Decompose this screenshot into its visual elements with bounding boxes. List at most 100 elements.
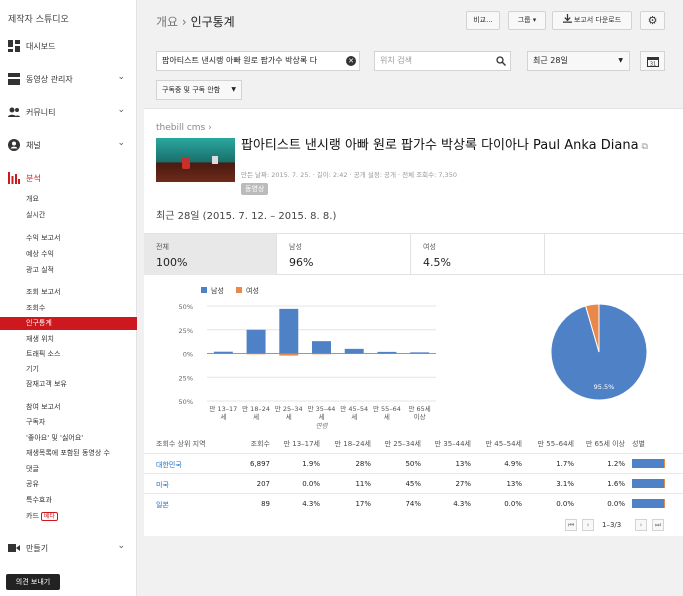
tile-total-label: 전체 <box>156 243 169 251</box>
period-select[interactable]: 최근 28일 ▼ <box>527 51 630 71</box>
video-title[interactable]: 팝아티스트 낸시랭 아빠 원로 팝가수 박상록 다이아나 Paul Anka D… <box>241 138 661 155</box>
subscription-filter[interactable]: 구독중 및 구독 안함 ▼ <box>156 80 242 100</box>
sub-revenue-report[interactable]: 수익 보고서 <box>0 232 137 245</box>
tile-female[interactable]: 여성 4.5% <box>411 234 545 275</box>
gender-bar <box>632 479 665 488</box>
gender-bar-male <box>632 479 664 488</box>
sub-videos-in-playlists[interactable]: 재생목록에 포함된 동영상 수 <box>0 447 137 460</box>
sub-estimated-revenue[interactable]: 예상 수익 <box>0 248 137 261</box>
table-cell: 28% <box>355 460 371 468</box>
sub-comments[interactable]: 댓글 <box>0 463 137 476</box>
column-header[interactable]: 만 35–44세 <box>435 439 471 449</box>
table-cell: 3.1% <box>556 480 574 488</box>
sub-views[interactable]: 조회수 <box>0 302 137 315</box>
beta-badge: 베타 <box>40 512 58 521</box>
sub-cards[interactable]: 카드 베타 <box>0 510 137 523</box>
location-search-input[interactable]: 위치 검색 <box>374 51 511 71</box>
sub-sharing[interactable]: 공유 <box>0 478 137 491</box>
gender-bar-male <box>632 459 664 468</box>
table-header: 조회수 상위 지역 조회수 만 13–17세 만 18–24세 만 25–34세 만 35… <box>144 433 683 452</box>
legend-female-label: 여성 <box>246 286 259 295</box>
sub-likes-dislikes[interactable]: '좋아요' 및 '싫어요' <box>0 432 137 445</box>
table-cell: 0.0% <box>556 500 574 508</box>
last-page-button[interactable]: ⏭ <box>652 519 664 531</box>
column-header[interactable]: 조회수 <box>251 439 270 449</box>
dashboard-icon <box>8 40 20 52</box>
sub-subscribers[interactable]: 구독자 <box>0 416 137 429</box>
settings-button[interactable]: ⚙ <box>640 11 665 30</box>
table-cell: 0.0% <box>302 480 320 488</box>
gender-bar-male <box>632 499 664 508</box>
nav-videos[interactable]: 동영상 관리자 ⌄ <box>0 71 137 89</box>
breadcrumb-overview[interactable]: 개요 <box>156 15 178 29</box>
video-badge: 동영상 <box>241 183 269 195</box>
nav-channel-label: 채널 <box>26 141 41 150</box>
column-header[interactable]: 만 25–34세 <box>385 439 421 449</box>
first-page-button[interactable]: ⏮ <box>565 519 577 531</box>
column-header[interactable]: 성별 <box>632 439 645 449</box>
sub-views-report[interactable]: 조회 보고서 <box>0 286 137 299</box>
x-axis-label: 연령 <box>316 422 329 430</box>
clear-icon[interactable]: ✕ <box>346 56 356 66</box>
sub-traffic-sources[interactable]: 트래픽 소스 <box>0 348 137 361</box>
sub-overview[interactable]: 개요 <box>0 193 137 206</box>
country-link[interactable]: 미국 <box>156 480 169 490</box>
column-header[interactable]: 만 18–24세 <box>335 439 371 449</box>
table-cell: 4.9% <box>504 460 522 468</box>
sub-audience-retention[interactable]: 잠재고객 보유 <box>0 378 137 391</box>
next-page-button[interactable]: › <box>635 519 647 531</box>
table-cell: 4.3% <box>302 500 320 508</box>
bar-male <box>410 352 430 354</box>
people-icon <box>8 107 20 117</box>
svg-text:31: 31 <box>650 62 656 68</box>
nav-dashboard[interactable]: 대시보드 <box>0 38 137 56</box>
nav-community[interactable]: 커뮤니티 ⌄ <box>0 104 137 122</box>
y-tick-label: 25% <box>179 327 193 335</box>
x-tick-label: 만 45–54 세 <box>340 404 368 421</box>
metric-tiles: 전체 100% 남성 96% 여성 4.5% <box>144 233 683 275</box>
video-title-text: 팝아티스트 낸시랭 아빠 원로 팝가수 박상록 다이아나 Paul Anka D… <box>241 138 639 153</box>
sub-demographics[interactable]: 인구통계 <box>0 317 137 330</box>
feedback-button[interactable]: 의견 보내기 <box>6 574 60 590</box>
download-report-button[interactable]: 보고서 다운로드 <box>552 11 632 30</box>
main-content: 개요 › 인구통계 비교... 그룹 ▾ 보고서 다운로드 ⚙ 팝아티스트 낸시… <box>144 0 683 596</box>
analytics-icon <box>8 172 20 184</box>
sub-ad-performance[interactable]: 광고 실적 <box>0 264 137 277</box>
video-thumbnail[interactable] <box>156 138 235 182</box>
column-header[interactable]: 조회수 상위 지역 <box>156 439 206 449</box>
content-filter-value: 팝아티스트 낸시랭 아빠 원로 팝가수 박상록 다 <box>162 56 318 65</box>
caret-down-icon: ▼ <box>231 86 236 93</box>
nav-community-label: 커뮤니티 <box>26 108 56 117</box>
period-select-value: 최근 28일 <box>533 56 568 65</box>
sub-realtime[interactable]: 실시간 <box>0 209 137 222</box>
table-cell: 0.0% <box>504 500 522 508</box>
sub-devices[interactable]: 기기 <box>0 363 137 376</box>
content-filter[interactable]: 팝아티스트 낸시랭 아빠 원로 팝가수 박상록 다 ✕ <box>156 51 360 71</box>
column-header[interactable]: 만 45–54세 <box>486 439 522 449</box>
country-link[interactable]: 일본 <box>156 500 169 510</box>
calendar-button[interactable]: 31 <box>640 51 665 71</box>
table-row: 일본 89 4.3% 17% 74% 4.3% 0.0% 0.0% 0.0% <box>144 493 683 512</box>
compare-button[interactable]: 비교... <box>466 11 500 30</box>
tile-female-label: 여성 <box>423 243 436 251</box>
video-meta: 만든 날짜: 2015. 7. 25. · 길이: 2:42 · 공개 설정: … <box>241 171 457 179</box>
nav-create[interactable]: 만들기 ⌄ <box>0 540 137 558</box>
channel-link[interactable]: thebill cms › <box>156 123 212 133</box>
column-header[interactable]: 만 55–64세 <box>538 439 574 449</box>
group-button[interactable]: 그룹 ▾ <box>508 11 546 30</box>
country-link[interactable]: 대한민국 <box>156 460 182 470</box>
bar-female <box>246 353 266 355</box>
column-header[interactable]: 만 65세 이상 <box>586 439 625 449</box>
sub-playback-locations[interactable]: 재생 위치 <box>0 333 137 346</box>
tile-total[interactable]: 전체 100% <box>144 234 277 275</box>
nav-analytics[interactable]: 분석 <box>0 170 137 188</box>
sub-annotations[interactable]: 특수효과 <box>0 494 137 507</box>
table-row: 미국 207 0.0% 11% 45% 27% 13% 3.1% 1.6% <box>144 473 683 492</box>
sub-engagement-report[interactable]: 참여 보고서 <box>0 401 137 414</box>
nav-create-label: 만들기 <box>26 544 49 553</box>
prev-page-button[interactable]: ‹ <box>582 519 594 531</box>
column-header[interactable]: 만 13–17세 <box>284 439 320 449</box>
pager: ⏮ ‹ 1–3/3 › ⏭ <box>144 516 683 536</box>
nav-channel[interactable]: 채널 ⌄ <box>0 137 137 155</box>
tile-male[interactable]: 남성 96% <box>277 234 411 275</box>
